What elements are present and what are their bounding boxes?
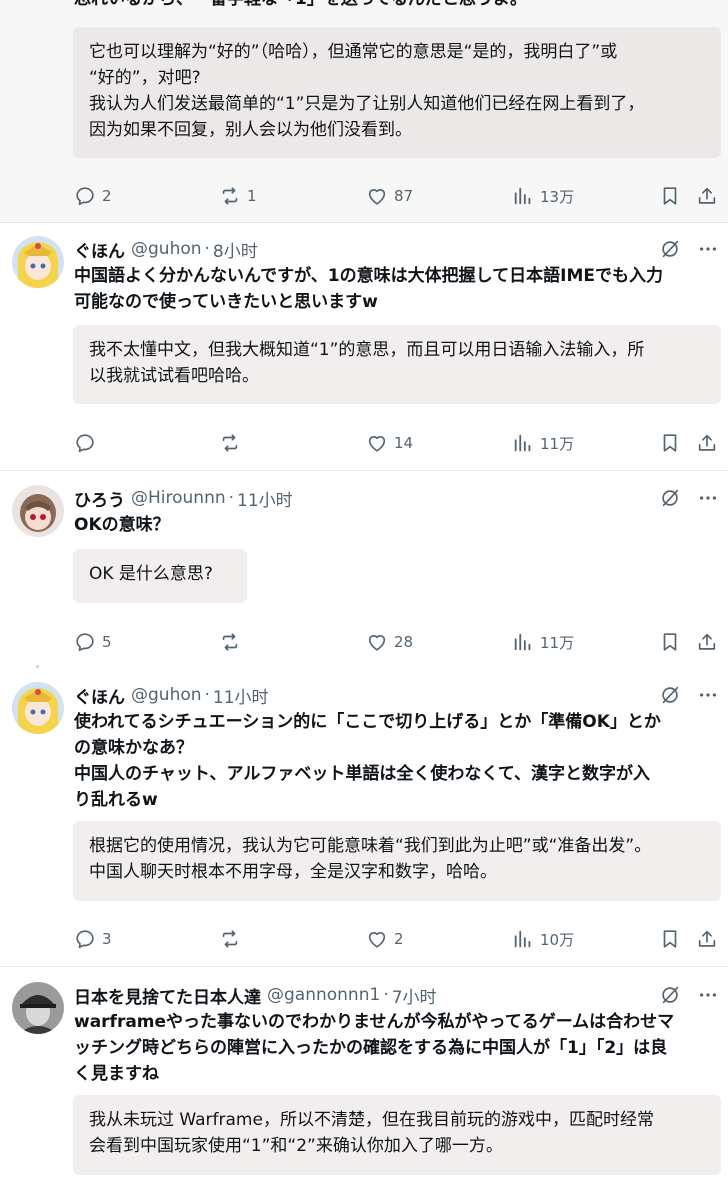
tweet-header: ぐほん @guhon · 8小时 <box>74 236 258 262</box>
header-actions <box>658 237 720 261</box>
share-button[interactable] <box>696 630 718 654</box>
more-icon[interactable] <box>696 486 720 510</box>
reply-button[interactable]: 2 <box>74 184 112 208</box>
avatar[interactable] <box>12 682 64 734</box>
tweet-text: 使われてるシチュエーション的に「ここで切り上げる」とか「準備OK」とか の意味か… <box>74 712 661 810</box>
header-actions <box>658 486 720 510</box>
like-button[interactable]: 87 <box>366 184 413 208</box>
share-icon <box>696 928 718 950</box>
tweet-card[interactable]: ぐほん @guhon · 8小时 中国語よく分かんないんですが、1の意味は大体把… <box>0 223 728 470</box>
share-icon <box>696 432 718 454</box>
translation-box: 根据它的使用情况，我认为它可能意味着“我们到此为止吧”或“准备出发”。 中国人聊… <box>73 821 721 901</box>
views-icon <box>512 928 534 950</box>
views-button[interactable]: 10万 <box>512 927 574 951</box>
tweet-header: 日本を見捨てた日本人達 @gannonnn1 · 7小时 <box>74 982 437 1008</box>
more-icon[interactable] <box>696 237 720 261</box>
grok-icon[interactable] <box>658 983 682 1007</box>
tweet-text: 中国語よく分かんないんですが、1の意味は大体把握して日本語IMEでも入力 可能な… <box>74 266 663 312</box>
grok-icon[interactable] <box>658 237 682 261</box>
views-button[interactable]: 13万 <box>512 184 574 208</box>
tweet-card[interactable]: 日本を見捨てた日本人達 @gannonnn1 · 7小时 warframeやった… <box>0 967 728 1182</box>
bookmark-button[interactable] <box>659 184 681 208</box>
user-handle[interactable]: @Hirounnn <box>131 488 226 508</box>
tweet-text-clipped: 忘れいるから、一番字軽な「1」を送ってるんだと思うよ。 <box>74 0 527 12</box>
bookmark-icon <box>659 432 681 454</box>
timestamp[interactable]: 7小时 <box>392 983 437 1008</box>
heart-icon <box>366 928 388 950</box>
display-name[interactable]: ぐほん <box>74 683 125 708</box>
share-button[interactable] <box>696 184 718 208</box>
action-bar: 14 11万 <box>74 431 724 455</box>
tweet-text: OKの意味？ <box>74 515 170 535</box>
retweet-button[interactable] <box>219 630 247 654</box>
heart-icon <box>366 631 388 653</box>
display-name[interactable]: 日本を見捨てた日本人達 <box>74 983 261 1008</box>
retweet-button[interactable]: 1 <box>219 184 257 208</box>
translation-box: 我不太懂中文，但我大概知道“1”的意思，而且可以用日语输入法输入，所 以我就试试… <box>73 325 721 404</box>
header-actions <box>658 683 720 707</box>
share-button[interactable] <box>696 431 718 455</box>
display-name[interactable]: ぐほん <box>74 237 125 262</box>
bookmark-button[interactable] <box>659 630 681 654</box>
bookmark-button[interactable] <box>659 431 681 455</box>
reply-icon <box>74 631 96 653</box>
views-button[interactable]: 11万 <box>512 431 574 455</box>
user-handle[interactable]: @guhon <box>131 685 202 705</box>
tweet-header: ぐほん @guhon · 11小时 <box>74 682 269 708</box>
action-bar: 3 2 10万 <box>74 927 724 951</box>
bookmark-icon <box>659 928 681 950</box>
share-button[interactable] <box>696 927 718 951</box>
bookmark-button[interactable] <box>659 927 681 951</box>
grok-icon[interactable] <box>658 683 682 707</box>
views-icon <box>512 432 534 454</box>
reply-button[interactable] <box>74 431 102 455</box>
reply-icon <box>74 432 96 454</box>
display-name[interactable]: ひろう <box>74 486 125 511</box>
translation-box: 我从未玩过 Warframe，所以不清楚，但在我目前玩的游戏中，匹配时经常 会看… <box>73 1095 721 1175</box>
retweet-icon <box>219 185 241 207</box>
retweet-icon <box>219 928 241 950</box>
tweet-card[interactable]: 忘れいるから、一番字軽な「1」を送ってるんだと思うよ。 它也可以理解为“好的”（… <box>0 0 728 222</box>
avatar[interactable] <box>12 236 64 288</box>
heart-icon <box>366 432 388 454</box>
user-handle[interactable]: @guhon <box>131 239 202 259</box>
bookmark-icon <box>659 185 681 207</box>
action-bar: 5 28 11万 <box>74 630 724 654</box>
bookmark-icon <box>659 631 681 653</box>
like-button[interactable]: 14 <box>366 431 413 455</box>
views-icon <box>512 185 534 207</box>
tweet-text: warframeやった事ないのでわかりませんが今私がやってるゲームは合わせマ ッ… <box>74 1012 675 1084</box>
reply-button[interactable]: 3 <box>74 927 112 951</box>
timestamp[interactable]: 11小时 <box>213 683 269 708</box>
tweet-card[interactable]: ぐほん @guhon · 11小时 使われてるシチュエーション的に「ここで切り上… <box>0 668 728 965</box>
timestamp[interactable]: 8小时 <box>213 237 258 262</box>
retweet-icon <box>219 432 241 454</box>
like-button[interactable]: 28 <box>366 630 413 654</box>
action-bar: 2 1 87 13万 <box>74 184 724 208</box>
share-icon <box>696 185 718 207</box>
translation-box: OK 是什么意思? <box>73 549 247 603</box>
retweet-button[interactable] <box>219 431 247 455</box>
like-button[interactable]: 2 <box>366 927 404 951</box>
tweet-card[interactable]: ひろう @Hirounnn · 11小时 OKの意味？ OK 是什么意思? 5 … <box>0 471 728 665</box>
reply-icon <box>74 185 96 207</box>
more-icon[interactable] <box>696 683 720 707</box>
avatar[interactable] <box>12 982 64 1034</box>
user-handle[interactable]: @gannonnn1 <box>267 985 380 1005</box>
more-icon[interactable] <box>696 983 720 1007</box>
timestamp[interactable]: 11小时 <box>237 486 293 511</box>
grok-icon[interactable] <box>658 486 682 510</box>
reply-icon <box>74 928 96 950</box>
share-icon <box>696 631 718 653</box>
retweet-icon <box>219 631 241 653</box>
retweet-button[interactable] <box>219 927 247 951</box>
header-actions <box>658 983 720 1007</box>
views-icon <box>512 631 534 653</box>
heart-icon <box>366 185 388 207</box>
tweet-header: ひろう @Hirounnn · 11小时 <box>74 485 293 511</box>
reply-button[interactable]: 5 <box>74 630 112 654</box>
translation-box: 它也可以理解为“好的”（哈哈），但通常它的意思是“是的，我明白了”或 “好的”，… <box>73 27 721 158</box>
avatar[interactable] <box>12 485 64 537</box>
views-button[interactable]: 11万 <box>512 630 574 654</box>
